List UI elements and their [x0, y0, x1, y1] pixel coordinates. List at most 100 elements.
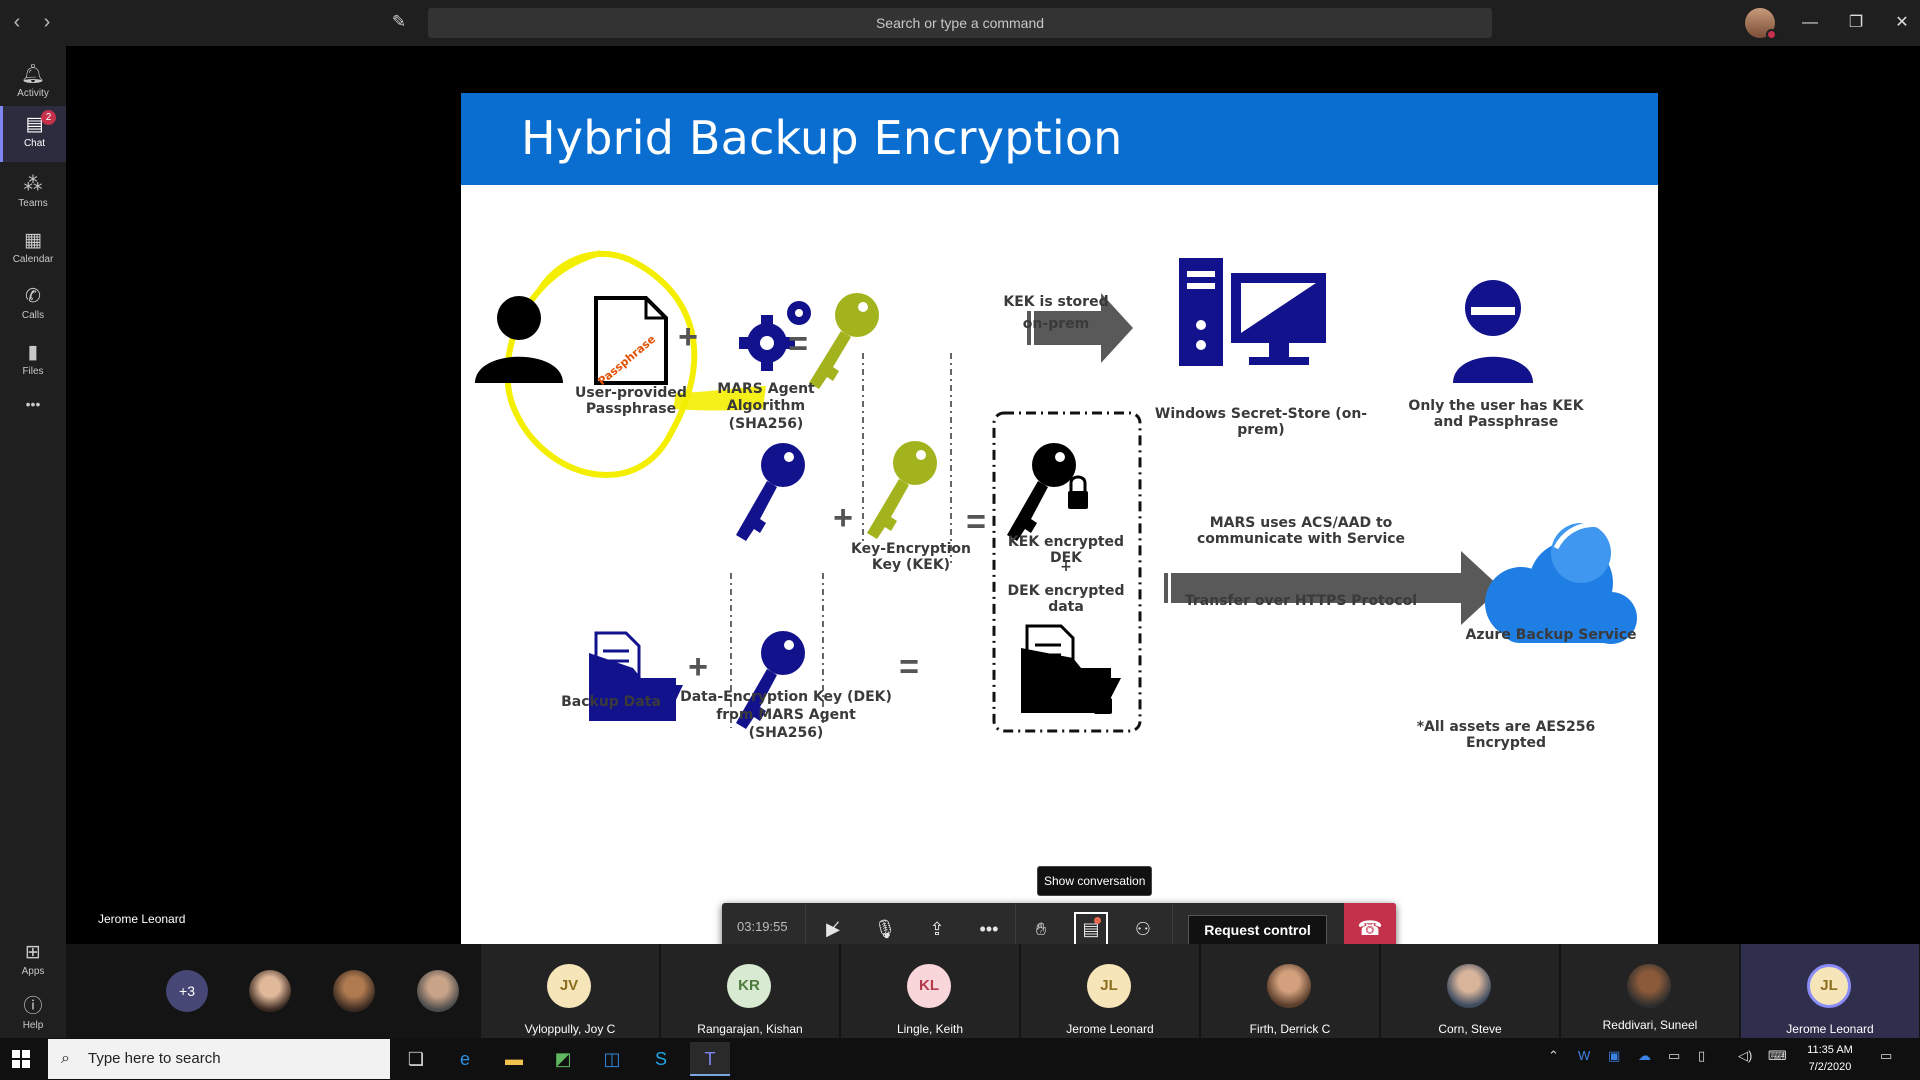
avatar: JL — [1087, 964, 1131, 1008]
plus-sign-2: + — [833, 499, 853, 537]
file-explorer-icon[interactable]: ▬ — [494, 1042, 534, 1076]
locked-key-icon — [1007, 443, 1088, 541]
participant-tile[interactable]: Corn, Steve — [1381, 944, 1559, 1038]
show-conversation-button[interactable]: ▤ — [1074, 912, 1108, 946]
task-view-icon[interactable]: ❏ — [396, 1042, 436, 1076]
equals-sign-3: = — [899, 648, 919, 686]
mars-algorithm-line3: (SHA256) — [728, 416, 804, 432]
phone-icon: ✆ — [25, 286, 41, 307]
participant-tile[interactable]: Firth, Derrick C — [1201, 944, 1379, 1038]
https-transfer-arrow — [1161, 551, 1501, 625]
system-clock[interactable]: 11:35 AM 7/2/2020 — [1795, 1042, 1865, 1076]
transfer-label: Transfer over HTTPS Protocol — [1184, 593, 1418, 609]
file-icon: ▮ — [27, 342, 39, 363]
network-icon[interactable]: ▭ — [1668, 1048, 1680, 1064]
search-icon: ⌕ — [61, 1050, 70, 1067]
status-busy-icon — [1766, 29, 1777, 40]
rail-item-activity[interactable]: 🔔︎ Activity — [0, 56, 66, 110]
participant-name: Firth, Derrick C — [1249, 1022, 1331, 1036]
participant-tile[interactable]: KL Lingle, Keith — [841, 944, 1019, 1038]
edge-icon[interactable]: e — [445, 1042, 485, 1076]
kek-stored-label: KEK is stored on-prem — [1003, 294, 1109, 332]
participants-icon[interactable]: ⚇ — [1126, 912, 1160, 946]
title-bar: ‹ › ✎ Search or type a command — ❐ ✕ — [0, 0, 1920, 46]
participant-name: Corn, Steve — [1438, 1022, 1502, 1036]
new-chat-icon[interactable]: ✎ — [388, 11, 410, 33]
word-icon[interactable]: W — [1578, 1048, 1590, 1063]
mic-off-icon[interactable]: 🎙︎ — [868, 912, 902, 946]
minimize-icon[interactable]: — — [1797, 10, 1823, 36]
more-apps-button[interactable]: ••• — [0, 390, 66, 420]
participant-photo[interactable] — [333, 970, 375, 1012]
request-control-button[interactable]: Request control — [1188, 915, 1327, 945]
apps-icon: ⊞ — [25, 942, 41, 963]
app-icon[interactable]: ◩ — [543, 1042, 583, 1076]
mars-uses-label: MARS uses ACS/AAD to communicate with Se… — [1196, 515, 1406, 547]
help-icon: ⓘ — [23, 996, 43, 1017]
secret-store-label: Windows Secret-Store (on-prem) — [1154, 406, 1368, 438]
keyboard-icon[interactable]: ⌨︎ — [1768, 1048, 1787, 1064]
aes-note: *All assets are AES256 Encrypted — [1416, 719, 1596, 751]
taskbar-search-placeholder: Type here to search — [88, 1050, 221, 1067]
restore-icon[interactable]: ❐ — [1843, 10, 1869, 36]
participant-tile[interactable]: Reddivari, Suneel — [1561, 944, 1739, 1038]
volume-icon[interactable]: ◁) — [1738, 1048, 1752, 1064]
participant-name: Jerome Leonard — [1786, 1022, 1874, 1036]
windows-start-icon[interactable] — [12, 1050, 30, 1068]
windows-taskbar: ⌕ Type here to search ❏ e ▬ ◩ ◫ S T ⌃ W … — [0, 1038, 1920, 1080]
skype-icon[interactable]: S — [641, 1042, 681, 1076]
tray-app-icon[interactable]: ▣ — [1608, 1048, 1620, 1064]
shared-screen-stage: Hybrid Backup Encryption Passphrase + = … — [66, 46, 1920, 991]
participant-photo[interactable] — [417, 970, 459, 1012]
bell-icon: 🔔︎ — [20, 64, 46, 85]
participant-tile[interactable]: JV Vyloppully, Joy C — [481, 944, 659, 1038]
profile-avatar[interactable] — [1745, 8, 1777, 40]
back-icon[interactable]: ‹ — [6, 11, 28, 33]
participant-tile[interactable]: JL Jerome Leonard — [1021, 944, 1199, 1038]
more-actions-icon[interactable]: ••• — [972, 912, 1006, 946]
rail-item-calls[interactable]: ✆ Calls — [0, 278, 66, 332]
calendar-icon: ▦ — [24, 230, 42, 251]
chevron-up-icon[interactable]: ⌃ — [1548, 1048, 1559, 1064]
command-search-input[interactable]: Search or type a command — [428, 8, 1492, 38]
share-screen-icon[interactable]: ⇪ — [920, 912, 954, 946]
participant-tile-self[interactable]: JL Jerome Leonard — [1741, 944, 1919, 1038]
overflow-participants-button[interactable]: +3 — [166, 970, 208, 1012]
passphrase-document-icon: Passphrase — [594, 296, 668, 388]
close-icon[interactable]: ✕ — [1889, 10, 1915, 36]
avatar: KL — [907, 964, 951, 1008]
equals-sign-2: = — [966, 503, 986, 541]
backup-data-label: Backup Data — [561, 694, 661, 710]
avatar: JV — [547, 964, 591, 1008]
azure-cloud-icon — [1485, 522, 1637, 644]
taskbar-search-input[interactable]: ⌕ Type here to search — [48, 1039, 390, 1079]
participant-strip: +3 JV Vyloppully, Joy C KR Rangarajan, K… — [66, 944, 1920, 1038]
notification-center-icon[interactable]: ▭ — [1880, 1048, 1892, 1064]
equals-sign: = — [788, 325, 808, 363]
battery-icon[interactable]: ▯ — [1698, 1048, 1705, 1064]
teams-taskbar-icon[interactable]: T — [690, 1042, 730, 1076]
participant-name: Vyloppully, Joy C — [524, 1022, 616, 1036]
rail-item-files[interactable]: ▮ Files — [0, 334, 66, 388]
plus-sign: + — [678, 318, 698, 356]
rail-item-apps[interactable]: ⊞ Apps — [0, 934, 66, 988]
computer-icon — [1179, 258, 1326, 366]
rail-item-teams[interactable]: ⁂ Teams — [0, 166, 66, 220]
participant-name: Jerome Leonard — [1066, 1022, 1154, 1036]
shared-slide: Hybrid Backup Encryption Passphrase + = … — [461, 93, 1658, 991]
rail-item-help[interactable]: ⓘ Help — [0, 988, 66, 1042]
rail-item-calendar[interactable]: ▦ Calendar — [0, 222, 66, 276]
participant-photo[interactable] — [249, 970, 291, 1012]
raise-hand-icon[interactable]: ✋︎ — [1024, 912, 1058, 946]
mars-algorithm-line1: MARS Agent — [717, 381, 815, 397]
participant-name: Lingle, Keith — [896, 1022, 964, 1036]
forward-icon[interactable]: › — [36, 11, 58, 33]
kek-key-icon-2 — [867, 441, 937, 539]
rail-item-chat[interactable]: ▤ Chat 2 — [0, 106, 66, 162]
outlook-icon[interactable]: ◫ — [592, 1042, 632, 1076]
camera-off-icon[interactable]: ▶̸ — [816, 912, 850, 946]
onedrive-icon[interactable]: ☁︎ — [1638, 1048, 1651, 1064]
participant-tile[interactable]: KR Rangarajan, Kishan — [661, 944, 839, 1038]
dek-label: Data-Encryption Key (DEK) from MARS Agen… — [680, 689, 892, 741]
mars-algorithm-line2: Algorithm — [726, 398, 806, 414]
